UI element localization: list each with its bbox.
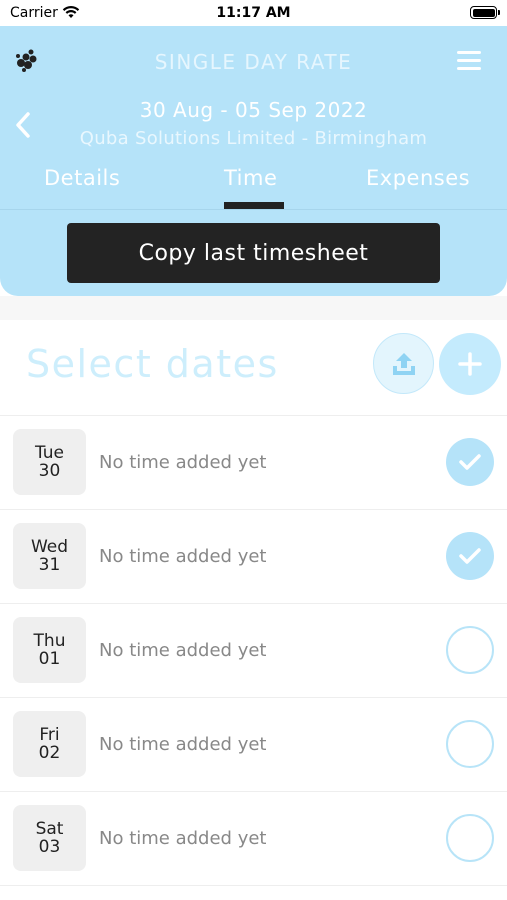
weekday-label: Wed xyxy=(30,537,69,557)
day-checkbox[interactable] xyxy=(446,720,494,768)
weekday-label: Thu xyxy=(33,631,66,651)
day-row-tue-30[interactable]: Tue 30 No time added yet xyxy=(0,416,507,510)
copy-last-timesheet-button[interactable]: Copy last timesheet xyxy=(67,223,440,283)
clock: 11:17 AM xyxy=(216,5,291,21)
battery-icon xyxy=(470,6,500,19)
status-bar: Carrier 11:17 AM xyxy=(0,0,507,26)
day-checkbox[interactable] xyxy=(446,626,494,674)
day-badge: Tue 30 xyxy=(13,429,86,495)
menu-icon[interactable] xyxy=(457,51,481,71)
day-checkbox[interactable] xyxy=(446,814,494,862)
upload-button[interactable] xyxy=(373,333,434,394)
active-tab-indicator xyxy=(224,202,284,209)
day-badge: Thu 01 xyxy=(13,617,86,683)
day-badge: Wed 31 xyxy=(13,523,86,589)
time-status: No time added yet xyxy=(99,828,267,849)
check-icon xyxy=(459,454,481,470)
tab-expenses[interactable]: Expenses xyxy=(366,166,470,190)
date-label: 03 xyxy=(38,837,61,857)
weekday-label: Fri xyxy=(39,725,60,745)
page-title: SINGLE DAY RATE xyxy=(154,50,353,74)
plus-icon xyxy=(458,352,482,376)
day-row-sat-03[interactable]: Sat 03 No time added yet xyxy=(0,792,507,886)
day-badge: Fri 02 xyxy=(13,711,86,777)
time-status: No time added yet xyxy=(99,452,267,473)
weekday-label: Tue xyxy=(34,443,65,463)
weekday-label: Sat xyxy=(35,819,64,839)
select-dates-title: Select dates xyxy=(26,342,279,386)
day-row-fri-02[interactable]: Fri 02 No time added yet xyxy=(0,698,507,792)
date-label: 30 xyxy=(38,461,61,481)
time-status: No time added yet xyxy=(99,546,267,567)
time-status: No time added yet xyxy=(99,734,267,755)
day-badge: Sat 03 xyxy=(13,805,86,871)
day-checkbox[interactable] xyxy=(446,532,494,580)
upload-icon xyxy=(392,352,415,375)
check-icon xyxy=(459,548,481,564)
date-range: 30 Aug - 05 Sep 2022 xyxy=(139,98,368,122)
header: SINGLE DAY RATE 30 Aug - 05 Sep 2022 Qub… xyxy=(0,26,507,296)
day-checkbox[interactable] xyxy=(446,438,494,486)
date-label: 02 xyxy=(38,743,61,763)
tab-divider xyxy=(0,209,507,210)
day-row-thu-01[interactable]: Thu 01 No time added yet xyxy=(0,604,507,698)
client-name: Quba Solutions Limited - Birmingham xyxy=(79,128,428,149)
tab-details[interactable]: Details xyxy=(44,166,120,190)
date-label: 31 xyxy=(38,555,61,575)
time-status: No time added yet xyxy=(99,640,267,661)
day-row-wed-31[interactable]: Wed 31 No time added yet xyxy=(0,510,507,604)
section-gap xyxy=(0,296,507,320)
add-button[interactable] xyxy=(439,333,501,395)
date-label: 01 xyxy=(38,649,61,669)
tab-time[interactable]: Time xyxy=(224,166,277,190)
screen: Carrier 11:17 AM SINGLE DAY RATE 30 Aug … xyxy=(0,0,507,900)
day-list: Tue 30 No time added yet Wed 31 No time … xyxy=(0,416,507,886)
